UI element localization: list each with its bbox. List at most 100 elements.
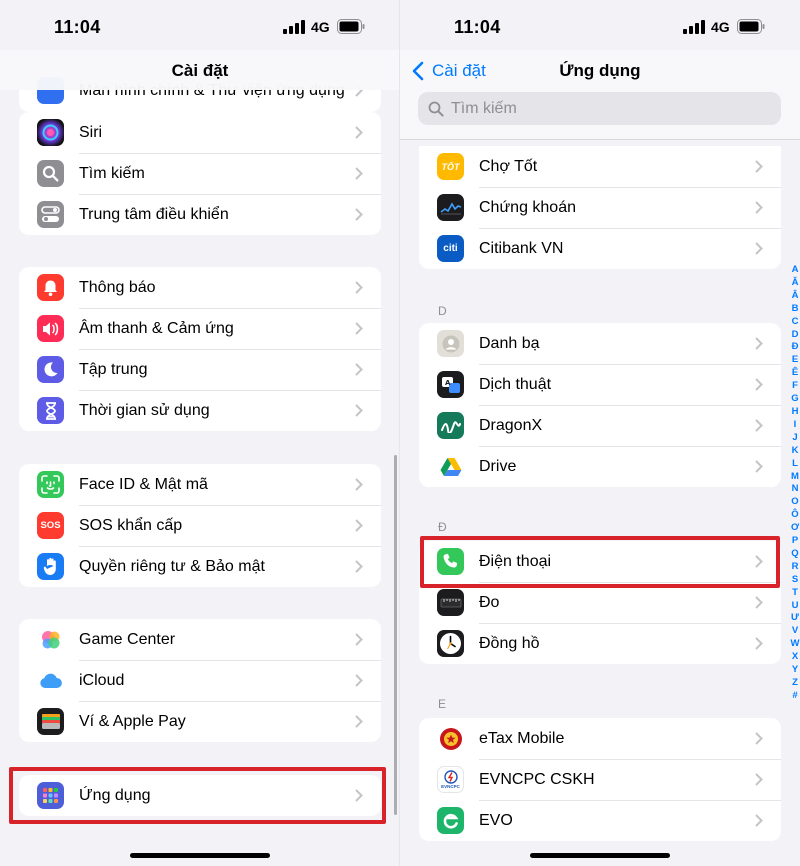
app-item-clock[interactable]: Đồng hồ — [419, 623, 781, 664]
settings-item-label: Ví & Apple Pay — [79, 712, 186, 730]
app-item-label: Đo — [479, 593, 500, 611]
settings-item-search[interactable]: Tìm kiếm — [19, 153, 381, 194]
settings-item-control-center[interactable]: Trung tâm điều khiển — [19, 194, 381, 235]
home-indicator[interactable] — [530, 853, 670, 858]
sos-icon: SOS — [37, 512, 64, 539]
chevron-right-icon — [355, 167, 363, 180]
index-letter[interactable]: L — [792, 458, 798, 471]
settings-item-label: Tìm kiếm — [79, 164, 145, 182]
settings-item-privacy[interactable]: Quyền riêng tư & Bảo mật — [19, 546, 381, 587]
highlight-box-phone — [420, 536, 780, 588]
index-letter[interactable]: # — [792, 690, 797, 703]
index-letter[interactable]: Z — [792, 677, 798, 690]
app-item-label: Chợ Tốt — [479, 157, 538, 175]
settings-item-wallet[interactable]: Ví & Apple Pay — [19, 701, 381, 742]
index-letter[interactable]: H — [792, 406, 799, 419]
settings-item-label: Thông báo — [79, 278, 156, 296]
chevron-right-icon — [755, 201, 763, 214]
index-letter[interactable]: P — [792, 535, 798, 548]
chevron-right-icon — [755, 419, 763, 432]
index-letter[interactable]: F — [792, 380, 798, 393]
index-letter[interactable]: R — [792, 561, 799, 574]
index-letter[interactable]: J — [792, 432, 797, 445]
settings-item-focus[interactable]: Tập trung — [19, 349, 381, 390]
app-item-dragonx[interactable]: DragonX — [419, 405, 781, 446]
index-letter[interactable]: C — [792, 316, 799, 329]
index-letter[interactable]: S — [792, 574, 798, 587]
chevron-right-icon — [355, 126, 363, 139]
evncpc-icon: EVNCPC — [437, 766, 464, 793]
index-letter[interactable]: E — [792, 354, 798, 367]
index-letter[interactable]: D — [792, 329, 799, 342]
scrollbar[interactable] — [394, 455, 397, 815]
citibank-icon: citi — [437, 235, 464, 262]
settings-item-face-id[interactable]: Face ID & Mật mã — [19, 464, 381, 505]
index-letter[interactable]: Â — [792, 290, 799, 303]
status-bar: 11:04 4G — [400, 0, 800, 50]
settings-item-sounds[interactable]: Âm thanh & Cảm ứng — [19, 308, 381, 349]
settings-screen: 11:04 4G Cài đặt Màn hình chính & Thư vi… — [0, 0, 400, 866]
index-letter[interactable]: X — [792, 651, 798, 664]
settings-item-label: SOS khẩn cấp — [79, 516, 183, 534]
settings-item-siri[interactable]: Siri — [19, 112, 381, 153]
settings-item-notifications[interactable]: Thông báo — [19, 267, 381, 308]
index-letter[interactable]: Ư — [791, 612, 799, 625]
evncpc-badge-text: EVNCPC — [441, 784, 460, 789]
app-item-measure[interactable]: Đo — [419, 582, 781, 623]
index-letter[interactable]: W — [791, 638, 800, 651]
moon-icon — [37, 356, 64, 383]
index-letter[interactable]: M — [791, 471, 799, 484]
app-item-evo[interactable]: EVO — [419, 800, 781, 841]
app-item-cho-tot[interactable]: TỐT Chợ Tốt — [419, 146, 781, 187]
settings-item-game-center[interactable]: Game Center — [19, 619, 381, 660]
cho-tot-badge-text: TỐT — [441, 161, 460, 172]
chevron-right-icon — [355, 478, 363, 491]
app-item-drive[interactable]: Drive — [419, 446, 781, 487]
index-letter[interactable]: Ê — [792, 367, 798, 380]
chevron-right-icon — [755, 242, 763, 255]
settings-item-icloud[interactable]: iCloud — [19, 660, 381, 701]
index-letter[interactable]: T — [792, 587, 798, 600]
hourglass-icon — [37, 397, 64, 424]
app-item-label: Citibank VN — [479, 239, 564, 257]
app-item-etax[interactable]: eTax Mobile — [419, 718, 781, 759]
index-letter[interactable]: V — [792, 625, 798, 638]
home-indicator[interactable] — [130, 853, 270, 858]
signal-icon — [283, 20, 305, 34]
app-item-contacts[interactable]: Danh bạ — [419, 323, 781, 364]
settings-item-label: Tập trung — [79, 360, 148, 378]
app-item-citibank[interactable]: citi Citibank VN — [419, 228, 781, 269]
app-item-stocks[interactable]: Chứng khoán — [419, 187, 781, 228]
face-id-icon — [37, 471, 64, 498]
index-letter[interactable]: U — [792, 600, 799, 613]
status-time: 11:04 — [454, 17, 501, 37]
settings-group-1: Siri Tìm kiếm Trung tâm điều khiển — [19, 112, 381, 235]
settings-item-emergency-sos[interactable]: SOS SOS khẩn cấp — [19, 505, 381, 546]
app-item-label: Dịch thuật — [479, 375, 552, 393]
index-letter[interactable]: Y — [792, 664, 798, 677]
app-item-evncpc[interactable]: EVNCPC EVNCPC CSKH — [419, 759, 781, 800]
index-letter[interactable]: K — [792, 445, 799, 458]
alphabet-index[interactable]: A Ă Â B C D Đ E Ê F G H I J K L M N O Ô Ơ P Q R S T U Ư V W X Y Z # — [789, 264, 800, 703]
index-letter[interactable]: Q — [791, 548, 798, 561]
index-letter[interactable]: N — [792, 483, 799, 496]
index-letter[interactable]: O — [791, 496, 798, 509]
index-letter[interactable]: Đ — [792, 341, 799, 354]
app-item-translate[interactable]: A Dịch thuật — [419, 364, 781, 405]
dragonx-icon — [437, 412, 464, 439]
index-letter[interactable]: Ô — [791, 509, 798, 522]
index-letter[interactable]: A — [792, 264, 799, 277]
battery-icon — [737, 19, 765, 34]
index-letter[interactable]: I — [794, 419, 797, 432]
settings-item-label: Siri — [79, 123, 103, 141]
search-input[interactable]: Tìm kiếm — [418, 92, 781, 125]
index-letter[interactable]: Ơ — [791, 522, 799, 535]
index-letter[interactable]: Ă — [792, 277, 799, 290]
index-letter[interactable]: B — [792, 303, 799, 316]
index-letter[interactable]: G — [791, 393, 798, 406]
game-center-icon — [37, 626, 64, 653]
settings-item-screen-time[interactable]: Thời gian sử dụng — [19, 390, 381, 431]
section-header-e: E — [438, 697, 447, 711]
network-type: 4G — [711, 19, 730, 35]
settings-item-label: Face ID & Mật mã — [79, 475, 208, 493]
